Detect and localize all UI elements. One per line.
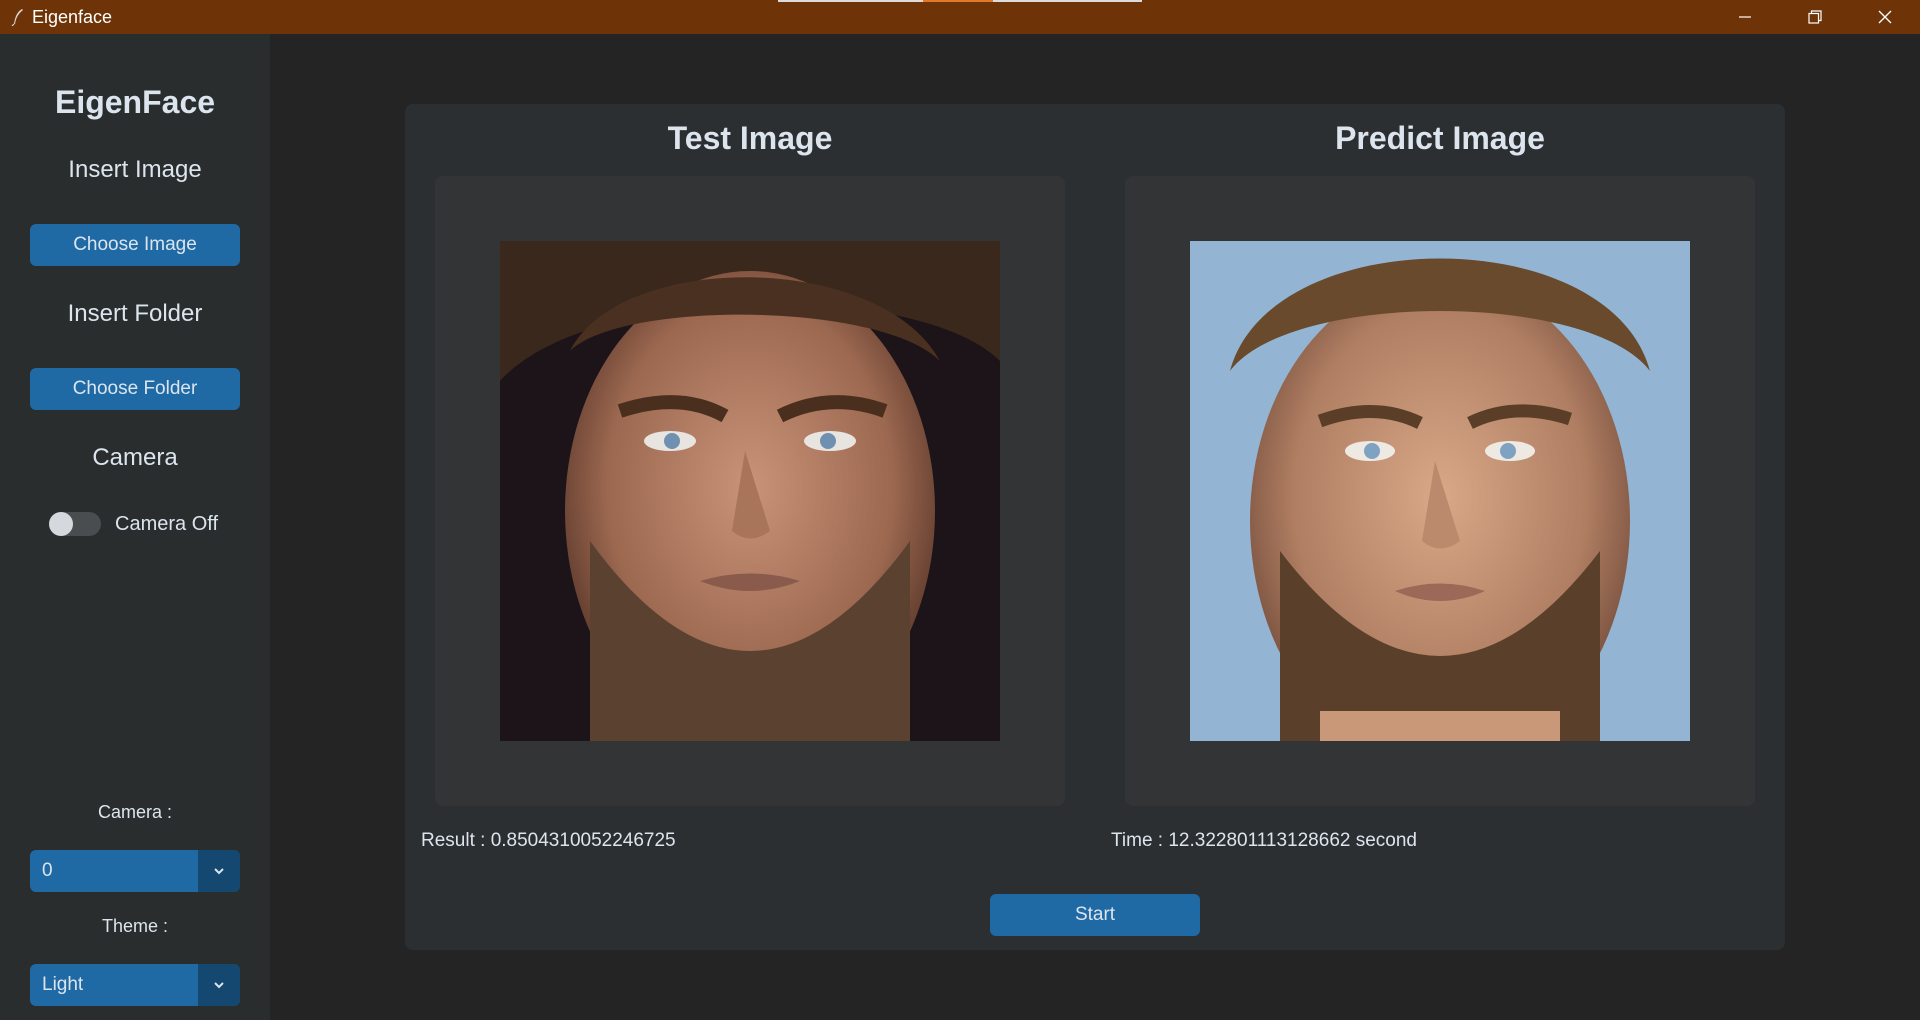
camera-switch-track[interactable] [49,512,101,536]
camera-section-label: Camera [92,444,178,471]
titlebar-accent-strip [778,0,1142,2]
predict-image-title: Predict Image [1335,120,1545,156]
camera-switch-knob[interactable] [49,512,73,536]
camera-switch-label: Camera Off [115,512,218,535]
theme-select-value[interactable]: Light [30,964,198,1006]
start-button[interactable]: Start [990,894,1200,936]
time-readout: Time : 12.322801113128662 second [1111,830,1417,851]
app-logo-text: EigenFace [54,84,216,120]
restore-button[interactable] [1780,0,1850,34]
close-button[interactable] [1850,0,1920,34]
chevron-down-icon[interactable] [198,850,240,892]
window-title: Eigenface [32,6,113,27]
minimize-button[interactable] [1710,0,1780,34]
main-frame: Test Image Predict Image Result: 0.8504… [405,104,1785,950]
test-image-panel [435,176,1065,806]
insert-folder-label: Insert Folder [67,300,203,327]
test-image-title: Test Image [667,120,833,156]
test-face-image [500,241,1000,741]
chevron-down-icon[interactable] [198,964,240,1006]
choose-image-button[interactable]: Choose Image [30,224,240,266]
minimize-icon [1737,9,1753,25]
camera-select-label: Camera : [97,802,173,822]
predict-image-panel [1125,176,1755,806]
camera-switch[interactable]: Camera Off [49,512,218,536]
choose-folder-button[interactable]: Choose Folder [30,368,240,410]
sidebar: EigenFace Insert Image Choose Image Inse… [0,34,270,1020]
close-icon [1877,9,1893,25]
result-readout: Result : 0.8504310052246725 [421,830,676,851]
theme-select-label: Theme : [101,916,169,936]
restore-icon [1807,9,1823,25]
predict-face-image [1190,241,1690,741]
camera-select[interactable]: 0 [30,850,240,892]
camera-select-value[interactable]: 0 [30,850,198,892]
insert-image-label: Insert Image [68,156,202,183]
theme-select[interactable]: Light [30,964,240,1006]
window-titlebar: Eigenface [0,0,1920,34]
feather-icon [8,7,28,27]
